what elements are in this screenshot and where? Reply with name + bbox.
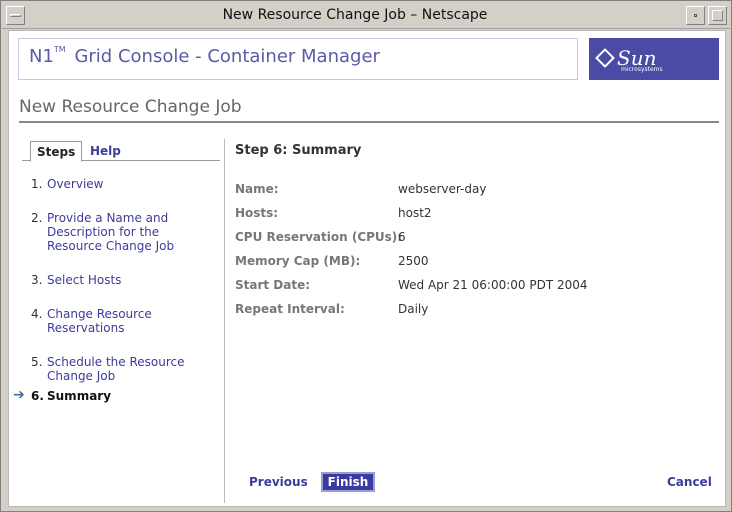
left-pane-tabs: Steps Help bbox=[22, 141, 220, 162]
previous-button[interactable]: Previous bbox=[249, 475, 308, 489]
summary-label: Hosts: bbox=[235, 206, 279, 220]
step-label-line: Provide a Name and bbox=[47, 211, 169, 225]
maximize-button[interactable] bbox=[708, 6, 727, 25]
step-link[interactable]: 1. Overview bbox=[13, 177, 218, 191]
minimize-button[interactable] bbox=[686, 6, 705, 25]
title-bar[interactable]: New Resource Change Job – Netscape bbox=[2, 2, 730, 29]
summary-label: Memory Cap (MB): bbox=[235, 254, 361, 268]
window-menu-icon bbox=[10, 14, 21, 17]
tab-help[interactable]: Help bbox=[84, 141, 127, 162]
wizard-steps-list: 1. Overview 2. Provide a Name and Descriptio… bbox=[13, 177, 218, 403]
summary-label: Start Date: bbox=[235, 278, 311, 292]
summary-row: Hosts: host2 bbox=[235, 206, 715, 222]
title-divider bbox=[19, 121, 719, 123]
app-name-prefix: N1 bbox=[29, 46, 54, 67]
summary-row: Memory Cap (MB): 2500 bbox=[235, 254, 715, 270]
tab-steps[interactable]: Steps bbox=[30, 141, 83, 162]
maximize-icon bbox=[712, 10, 723, 21]
summary-row: Start Date: Wed Apr 21 06:00:00 PDT 2004 bbox=[235, 278, 715, 294]
page-title: New Resource Change Job bbox=[19, 97, 242, 117]
step-heading: Step 6: Summary bbox=[235, 143, 362, 158]
summary-value: Daily bbox=[398, 302, 429, 316]
step-link[interactable]: 3. Select Hosts bbox=[13, 273, 218, 287]
summary-value: webserver-day bbox=[398, 182, 487, 196]
step-number: 2. bbox=[31, 211, 43, 225]
summary-row: CPU Reservation (CPUs): 6 bbox=[235, 230, 715, 246]
step-link[interactable]: 4. Change Resource Reservations bbox=[13, 307, 218, 335]
logo-subtext: microsystems bbox=[621, 66, 663, 73]
masthead: N1TM Grid Console - Container Manager bbox=[18, 38, 578, 80]
step-number: 1. bbox=[31, 177, 43, 191]
step-link[interactable]: 5. Schedule the Resource Change Job bbox=[13, 355, 218, 383]
step-label-line: Reservations bbox=[47, 321, 125, 335]
summary-row: Name: webserver-day bbox=[235, 182, 715, 198]
summary-row: Repeat Interval: Daily bbox=[235, 302, 715, 318]
app-name: Grid Console - Container Manager bbox=[74, 46, 380, 67]
step-label-line: Change Job bbox=[47, 369, 116, 383]
page-content: N1TM Grid Console - Container Manager Su… bbox=[8, 30, 726, 507]
summary-value: Wed Apr 21 06:00:00 PDT 2004 bbox=[398, 278, 588, 292]
step-number: 5. bbox=[31, 355, 43, 369]
sun-logo: Sun microsystems bbox=[589, 38, 719, 80]
step-link[interactable]: 2. Provide a Name and Description for the R… bbox=[13, 211, 218, 253]
summary-label: Name: bbox=[235, 182, 279, 196]
step-label-line: Select Hosts bbox=[47, 273, 122, 287]
step-label-line: Change Resource bbox=[47, 307, 152, 321]
window-menu-button[interactable] bbox=[6, 6, 25, 25]
step-label-line: Overview bbox=[47, 177, 104, 191]
trademark: TM bbox=[53, 45, 66, 54]
arrow-right-icon: ➔ bbox=[13, 387, 25, 403]
step-label-line: Summary bbox=[47, 389, 112, 403]
step-number: 3. bbox=[31, 273, 43, 287]
step-label-line: Schedule the Resource bbox=[47, 355, 185, 369]
browser-window: New Resource Change Job – Netscape N1TM … bbox=[0, 0, 732, 512]
app-title: N1TM Grid Console - Container Manager bbox=[29, 45, 380, 67]
finish-button[interactable]: Finish bbox=[321, 472, 375, 492]
cancel-button[interactable]: Cancel bbox=[667, 475, 712, 489]
step-number: 4. bbox=[31, 307, 43, 321]
summary-value: 6 bbox=[398, 230, 406, 244]
summary-label: CPU Reservation (CPUs): bbox=[235, 230, 403, 244]
summary-value: 2500 bbox=[398, 254, 429, 268]
summary-value: host2 bbox=[398, 206, 432, 220]
step-label-line: Resource Change Job bbox=[47, 239, 175, 253]
step-current: ➔ 6. Summary bbox=[13, 387, 218, 403]
window-title: New Resource Change Job – Netscape bbox=[222, 7, 488, 23]
summary-label: Repeat Interval: bbox=[235, 302, 345, 316]
step-number: 6. bbox=[31, 389, 44, 403]
pane-divider bbox=[224, 139, 225, 503]
minimize-icon bbox=[694, 14, 697, 17]
step-label-line: Description for the bbox=[47, 225, 160, 239]
sun-logo-icon bbox=[595, 48, 615, 68]
